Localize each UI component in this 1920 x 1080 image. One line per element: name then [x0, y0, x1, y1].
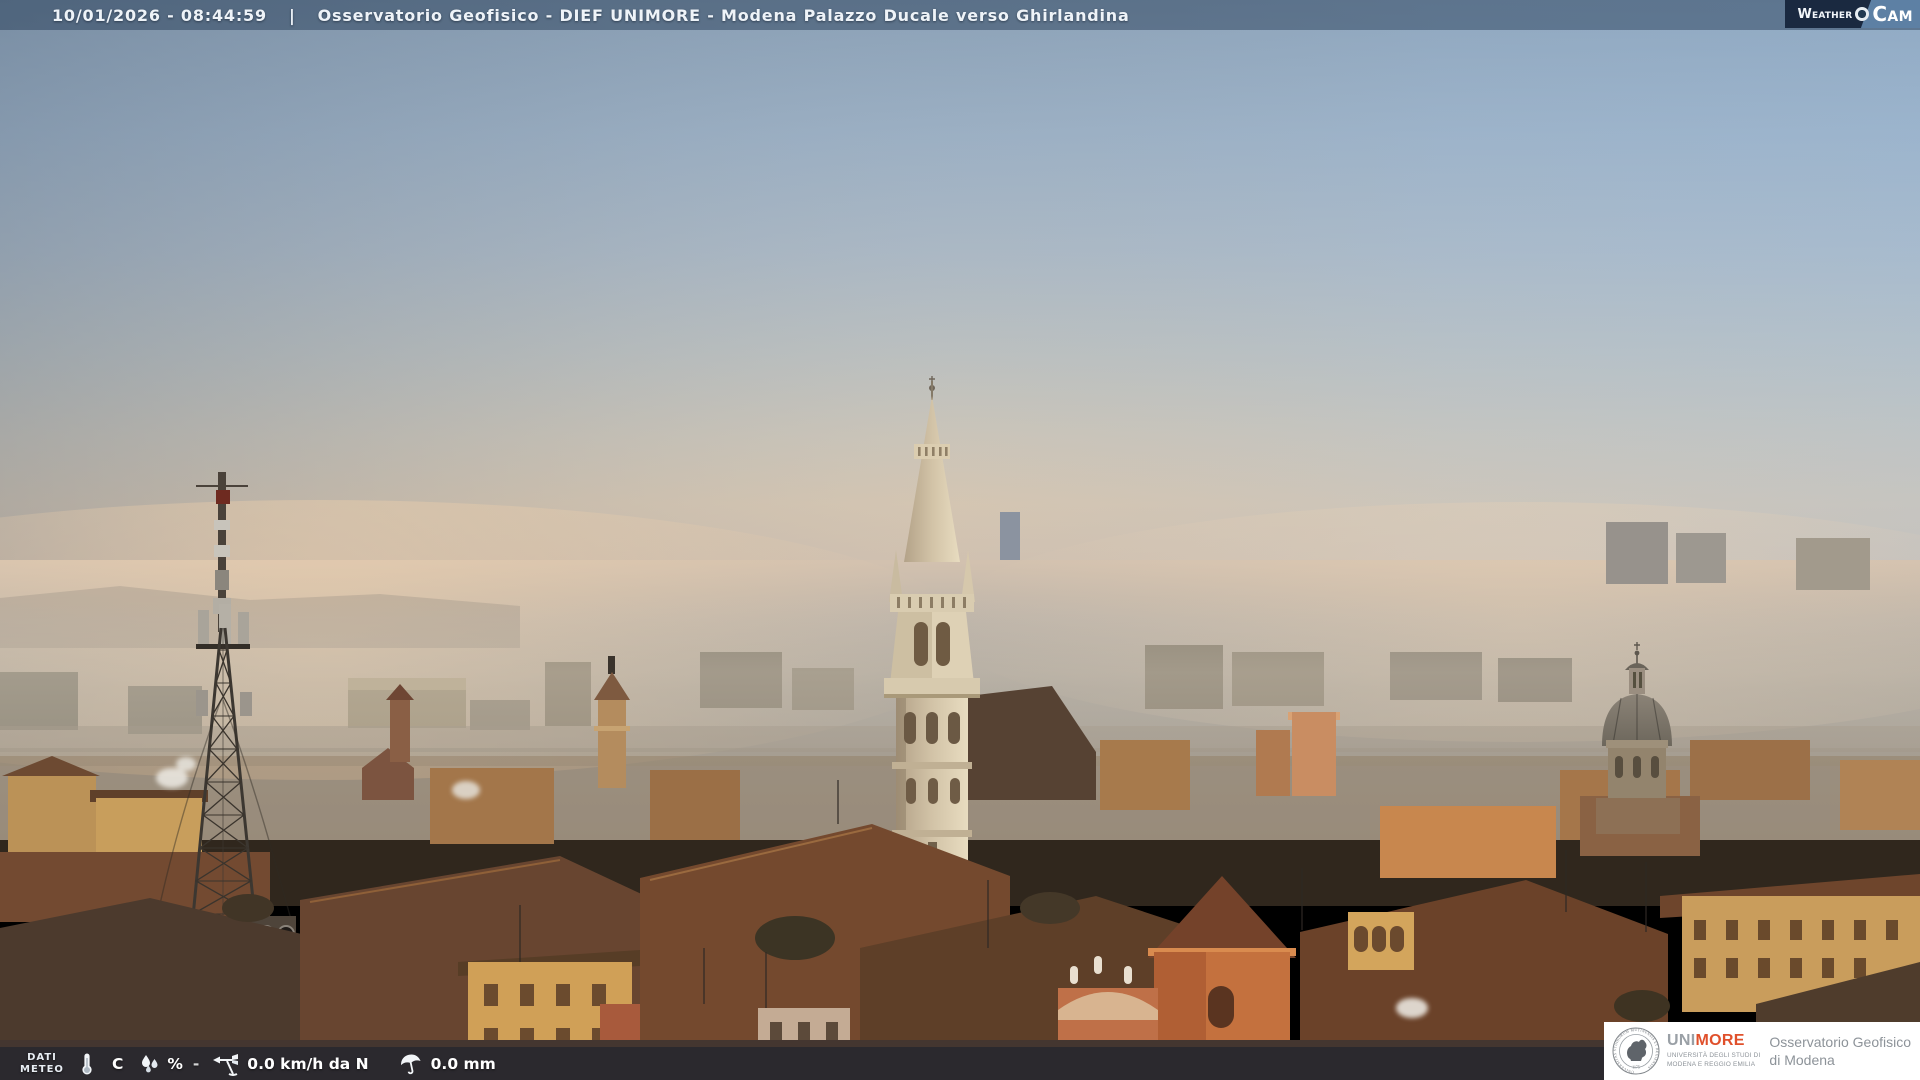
water-drops-icon — [139, 1053, 161, 1075]
dati-meteo-line1: DATI — [27, 1051, 57, 1063]
unimore-credit[interactable]: UNIVERSITAS STUDIORUM MUTINENSIS ET REGI… — [1604, 1022, 1920, 1080]
humidity-unit: % — [167, 1054, 183, 1073]
unimore-wordmark: UNIMORE UNIVERSITÀ DEGLI STUDI DI MODENA… — [1667, 1033, 1760, 1069]
thermometer-icon — [80, 1052, 94, 1076]
umbrella-icon — [399, 1052, 423, 1076]
wind-vane-icon — [213, 1052, 241, 1076]
title-separator: | — [288, 5, 296, 25]
webcam-frame: 10/01/2026 - 08:44:59 | Osservatorio Geo… — [0, 0, 1920, 1080]
seal-figure — [1627, 1039, 1647, 1061]
wind-value: 0.0 km/h da N — [247, 1054, 369, 1073]
camera-title: Osservatorio Geofisico - DIEF UNIMORE - … — [317, 5, 1130, 25]
unimore-subtitle-line2: MODENA E REGGIO EMILIA — [1667, 1060, 1756, 1068]
seal-year: 1175 — [1632, 1066, 1640, 1070]
dati-meteo-label: DATI METEO — [20, 1052, 64, 1076]
observatory-line1: Osservatorio Geofisico — [1769, 1033, 1912, 1050]
unimore-brand-more: MORE — [1695, 1032, 1745, 1050]
rain-value: 0.0 mm — [430, 1054, 496, 1073]
unimore-subtitle-line1: UNIVERSITÀ DEGLI STUDI DI — [1667, 1052, 1761, 1060]
weather-separator: - — [192, 1054, 200, 1073]
temperature-unit: C — [111, 1054, 124, 1073]
weathercam-logo[interactable]: Weather Cam — [1785, 0, 1920, 28]
webcam-photo — [0, 0, 1920, 1080]
observatory-line2: di Modena — [1769, 1052, 1835, 1068]
timestamp: 10/01/2026 - 08:44:59 — [52, 5, 267, 25]
top-bar: 10/01/2026 - 08:44:59 | Osservatorio Geo… — [0, 0, 1920, 30]
unimore-brand-uni: UNI — [1667, 1032, 1696, 1050]
unimore-seal-icon: UNIVERSITAS STUDIORUM MUTINENSIS ET REGI… — [1612, 1027, 1660, 1075]
weathercam-word-cam: Cam — [1872, 2, 1913, 26]
weathercam-word-weather: Weather — [1797, 6, 1853, 22]
dati-meteo-line2: METEO — [20, 1063, 64, 1075]
observatory-name: Osservatorio Geofisico di Modena — [1769, 1033, 1911, 1069]
